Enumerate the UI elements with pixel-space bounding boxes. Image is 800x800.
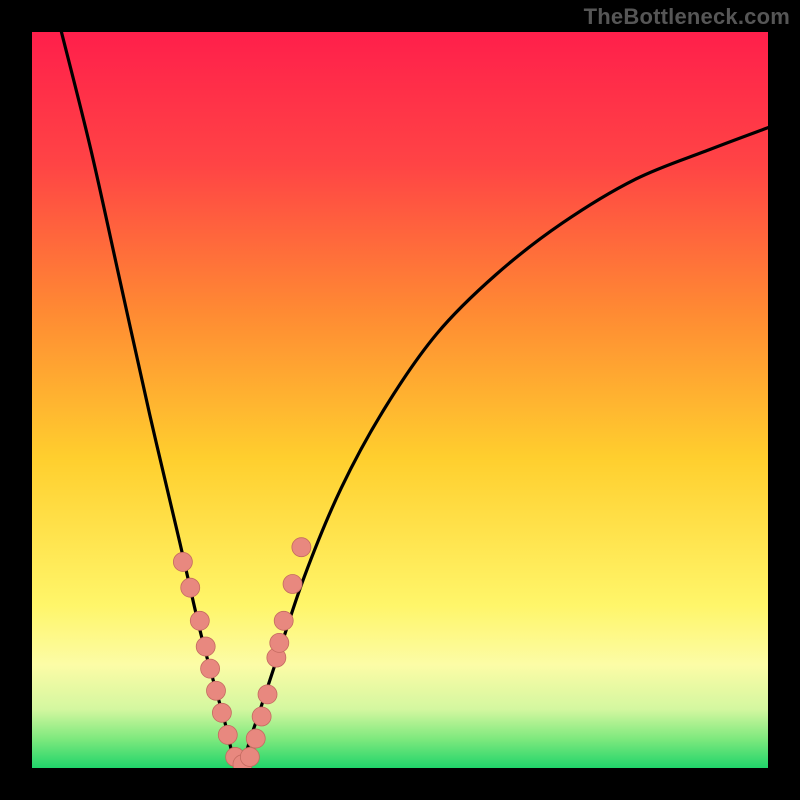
highlight-dot xyxy=(274,611,293,630)
highlight-dot xyxy=(218,725,237,744)
highlight-dot xyxy=(207,681,226,700)
bottleneck-curve xyxy=(61,32,768,768)
highlight-dot xyxy=(196,637,215,656)
highlight-dot xyxy=(246,729,265,748)
highlight-dot xyxy=(181,578,200,597)
highlight-dot xyxy=(190,611,209,630)
highlight-dot xyxy=(270,633,289,652)
plot-svg xyxy=(32,32,768,768)
highlight-dot xyxy=(173,552,192,571)
highlight-dot xyxy=(292,538,311,557)
highlight-dot xyxy=(240,747,259,766)
highlight-dot xyxy=(252,707,271,726)
highlight-dot xyxy=(283,575,302,594)
plot-area xyxy=(32,32,768,768)
chart-frame: TheBottleneck.com xyxy=(0,0,800,800)
highlight-dot xyxy=(201,659,220,678)
highlight-dot xyxy=(212,703,231,722)
highlight-dot xyxy=(258,685,277,704)
watermark-text: TheBottleneck.com xyxy=(584,4,790,30)
